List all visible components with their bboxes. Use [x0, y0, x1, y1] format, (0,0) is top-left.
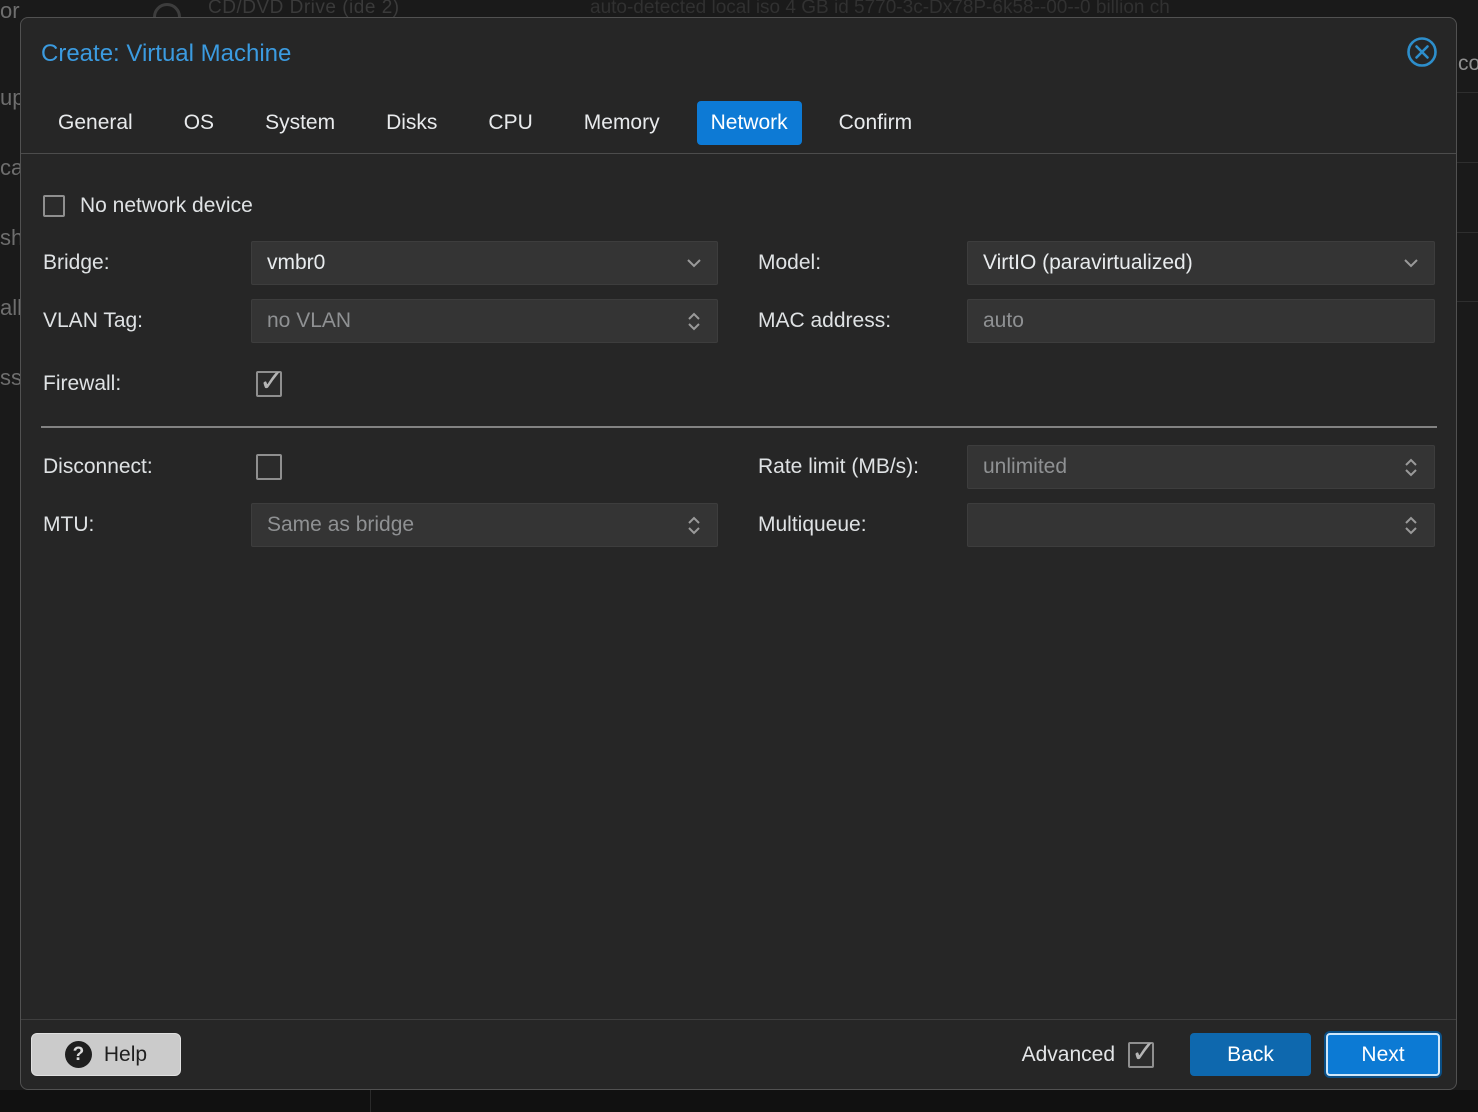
background-bottom-strip	[0, 1090, 1478, 1112]
vlan-tag-label: VLAN Tag:	[43, 299, 143, 343]
chevron-down-icon[interactable]	[1400, 258, 1422, 268]
mtu-spinner[interactable]: Same as bridge	[251, 503, 718, 547]
tabbar-divider	[21, 153, 1456, 154]
table-row-divider	[1456, 232, 1478, 233]
firewall-checkbox[interactable]	[256, 371, 282, 397]
model-combo[interactable]: VirtIO (paravirtualized)	[967, 241, 1435, 285]
tab-disks[interactable]: Disks	[372, 101, 451, 145]
close-icon[interactable]	[1405, 35, 1439, 69]
dialog-footer: ? Help Advanced Back Next	[21, 1019, 1456, 1089]
help-button[interactable]: ? Help	[31, 1033, 181, 1076]
no-network-device-label: No network device	[80, 194, 253, 218]
spinner-up-down-icon[interactable]	[683, 312, 705, 331]
advanced-checkbox[interactable]	[1128, 1042, 1154, 1068]
background-text-fragment: or	[0, 0, 20, 24]
back-button[interactable]: Back	[1190, 1033, 1311, 1076]
dialog-title: Create: Virtual Machine	[41, 40, 291, 68]
rate-limit-spinner[interactable]: unlimited	[967, 445, 1435, 489]
spinner-up-down-icon[interactable]	[683, 516, 705, 535]
footer-actions: Advanced Back Next	[1022, 1033, 1440, 1076]
model-label: Model:	[758, 241, 821, 285]
background-text-fragment: ss	[0, 365, 22, 391]
mac-address-input[interactable]: auto	[967, 299, 1435, 343]
mtu-label: MTU:	[43, 503, 94, 547]
section-divider	[41, 426, 1437, 428]
help-button-label: Help	[104, 1043, 147, 1067]
table-row-divider	[1456, 92, 1478, 93]
background-text-fragment: all	[0, 295, 22, 321]
table-row-divider	[1456, 301, 1478, 302]
vlan-tag-spinner[interactable]: no VLAN	[251, 299, 718, 343]
mac-address-label: MAC address:	[758, 299, 891, 343]
tab-memory[interactable]: Memory	[570, 101, 674, 145]
wizard-tabbar: General OS System Disks CPU Memory Netwo…	[44, 101, 926, 145]
create-vm-dialog: Create: Virtual Machine General OS Syste…	[20, 17, 1457, 1090]
mac-address-placeholder: auto	[983, 309, 1422, 333]
rate-limit-label: Rate limit (MB/s):	[758, 445, 919, 489]
disconnect-checkbox[interactable]	[256, 454, 282, 480]
chevron-down-icon[interactable]	[683, 258, 705, 268]
model-value: VirtIO (paravirtualized)	[983, 251, 1400, 275]
background-grid-line	[370, 1090, 371, 1112]
tab-system[interactable]: System	[251, 101, 349, 145]
bridge-label: Bridge:	[43, 241, 110, 285]
background-text-fragment: co	[1458, 52, 1478, 76]
vlan-tag-placeholder: no VLAN	[267, 309, 683, 333]
table-row-divider	[1456, 162, 1478, 163]
next-button[interactable]: Next	[1326, 1033, 1440, 1076]
no-network-device-row[interactable]: No network device	[43, 194, 253, 218]
tab-confirm[interactable]: Confirm	[825, 101, 927, 145]
mtu-placeholder: Same as bridge	[267, 513, 683, 537]
bridge-combo[interactable]: vmbr0	[251, 241, 718, 285]
multiqueue-label: Multiqueue:	[758, 503, 867, 547]
tab-os[interactable]: OS	[170, 101, 228, 145]
tab-general[interactable]: General	[44, 101, 147, 145]
question-mark-icon: ?	[65, 1041, 92, 1068]
tab-cpu[interactable]: CPU	[474, 101, 546, 145]
bridge-value: vmbr0	[267, 251, 683, 275]
advanced-label: Advanced	[1022, 1043, 1115, 1067]
no-network-device-checkbox[interactable]	[43, 195, 65, 217]
background-table-row: CD/DVD Drive (ide 2) auto-detected local…	[0, 0, 1478, 17]
multiqueue-spinner[interactable]	[967, 503, 1435, 547]
firewall-label: Firewall:	[43, 362, 121, 406]
spinner-up-down-icon[interactable]	[1400, 516, 1422, 535]
spinner-up-down-icon[interactable]	[1400, 458, 1422, 477]
tab-network[interactable]: Network	[697, 101, 802, 145]
disconnect-label: Disconnect:	[43, 445, 153, 489]
rate-limit-placeholder: unlimited	[983, 455, 1400, 479]
